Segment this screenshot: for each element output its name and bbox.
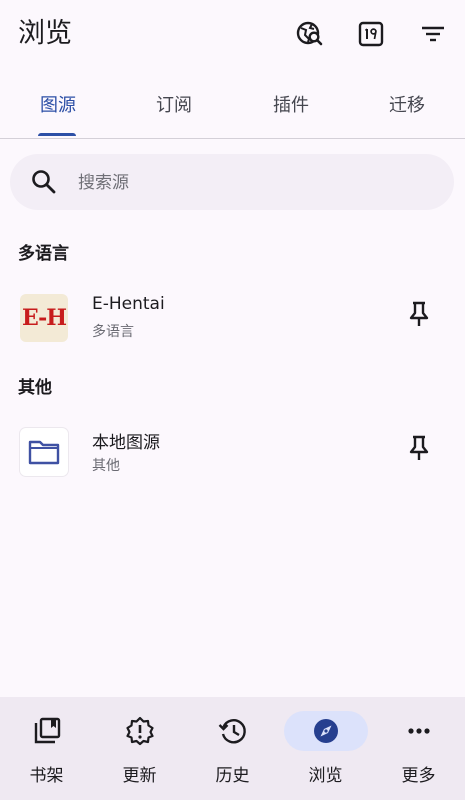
source-language: 多语言 xyxy=(92,324,134,340)
eighteen-plus-icon xyxy=(358,21,384,47)
history-icon xyxy=(218,719,246,744)
search-icon xyxy=(32,170,56,194)
nav-browse[interactable]: 浏览 xyxy=(279,697,372,800)
pin-button[interactable] xyxy=(402,431,436,465)
folder-icon xyxy=(20,428,68,476)
nav-history[interactable]: 历史 xyxy=(186,697,279,800)
nav-label: 更新 xyxy=(122,766,157,786)
ehentai-logo-icon: E-H xyxy=(20,294,68,342)
explore-icon xyxy=(313,719,338,743)
pin-icon xyxy=(409,301,429,326)
section-header-other: 其他 xyxy=(18,378,52,398)
nav-label: 书架 xyxy=(29,766,64,786)
section-header-multilingual: 多语言 xyxy=(18,244,69,264)
pin-button[interactable] xyxy=(402,297,436,331)
updates-alert-icon xyxy=(125,716,154,746)
nav-library[interactable]: 书架 xyxy=(0,697,93,800)
filter-list-icon xyxy=(422,26,444,42)
tab-sources[interactable]: 图源 xyxy=(0,78,116,138)
bottom-navigation: 书架 更新 历史 浏览 更多 xyxy=(0,697,465,800)
tab-extensions[interactable]: 插件 xyxy=(233,78,349,138)
global-search-button[interactable] xyxy=(292,16,328,52)
nav-updates[interactable]: 更新 xyxy=(93,697,186,800)
source-item-ehentai[interactable]: E-H E-Hentai 多语言 xyxy=(0,288,465,360)
tab-indicator xyxy=(38,133,76,136)
tab-bar: 图源 订阅 插件 迁移 xyxy=(0,78,465,139)
source-name: 本地图源 xyxy=(92,433,160,453)
source-name: E-Hentai xyxy=(92,294,165,314)
search-input[interactable] xyxy=(76,154,440,212)
nsfw-filter-button[interactable] xyxy=(353,16,389,52)
more-icon xyxy=(407,728,430,734)
tab-migrate[interactable]: 迁移 xyxy=(349,78,465,138)
source-language: 其他 xyxy=(92,458,120,474)
pin-icon xyxy=(409,435,429,460)
travel-explore-icon xyxy=(296,21,323,46)
library-icon xyxy=(34,717,60,744)
nav-label: 浏览 xyxy=(308,766,343,786)
source-item-local[interactable]: 本地图源 其他 xyxy=(0,422,465,494)
nav-more[interactable]: 更多 xyxy=(372,697,465,800)
nav-label: 历史 xyxy=(215,766,250,786)
page-title: 浏览 xyxy=(18,18,72,49)
filter-button[interactable] xyxy=(415,16,451,52)
nav-label: 更多 xyxy=(401,766,436,786)
search-bar[interactable] xyxy=(10,154,454,212)
tab-feeds[interactable]: 订阅 xyxy=(116,78,232,138)
top-app-bar: 浏览 xyxy=(0,0,465,70)
